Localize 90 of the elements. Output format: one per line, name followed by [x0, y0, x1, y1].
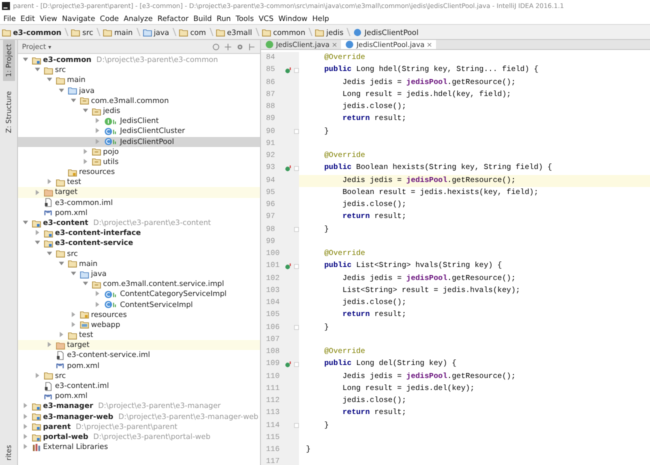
expand-arrow-icon[interactable]: [82, 158, 89, 165]
expand-arrow-icon[interactable]: [70, 320, 77, 328]
folder-icon: [56, 340, 65, 350]
expand-arrow-icon[interactable]: [46, 76, 53, 84]
expand-arrow-icon[interactable]: [34, 239, 41, 246]
expand-arrow-icon[interactable]: [34, 229, 41, 236]
interface-icon: [265, 40, 274, 49]
fold-marker-icon[interactable]: [294, 227, 298, 232]
expand-arrow-icon[interactable]: [94, 300, 101, 308]
expand-arrow-icon[interactable]: [82, 107, 89, 114]
package-icon: [92, 106, 101, 116]
folder-icon: [56, 178, 65, 187]
file-icon: [44, 382, 53, 391]
expand-arrow-icon[interactable]: [94, 117, 101, 124]
maven-file-icon: [44, 208, 53, 218]
implements-marker-icon[interactable]: [285, 360, 292, 368]
package-icon: [92, 280, 101, 289]
folder-icon: [315, 28, 324, 36]
expand-arrow-icon[interactable]: [46, 341, 53, 348]
file-icon: [44, 198, 53, 208]
package-icon: [80, 96, 89, 106]
module-folder-icon: [32, 56, 41, 65]
expand-arrow-icon[interactable]: [22, 433, 29, 440]
folder-icon: [142, 28, 152, 36]
folder-icon: [179, 28, 188, 36]
expand-arrow-icon[interactable]: [58, 260, 65, 267]
fold-marker-icon[interactable]: [294, 129, 298, 134]
expand-arrow-icon[interactable]: [94, 290, 101, 298]
expand-arrow-icon[interactable]: [46, 250, 53, 257]
class-icon: [104, 290, 118, 299]
implements-marker-icon[interactable]: [285, 164, 292, 172]
maven-file-icon: [56, 361, 65, 370]
folder-icon: [2, 28, 11, 36]
resources-folder-icon: [80, 310, 89, 320]
class-icon: [104, 137, 118, 146]
expand-arrow-icon[interactable]: [34, 66, 41, 74]
fold-marker-icon[interactable]: [294, 362, 298, 367]
expand-arrow-icon[interactable]: [22, 422, 29, 430]
expand-arrow-icon[interactable]: [22, 443, 29, 450]
expand-arrow-icon[interactable]: [34, 372, 41, 379]
sync-icon[interactable]: [212, 42, 220, 50]
fold-marker-icon[interactable]: [294, 68, 298, 73]
module-folder-icon: [32, 422, 41, 432]
expand-arrow-icon[interactable]: [22, 219, 29, 226]
settings-icon[interactable]: [236, 42, 244, 50]
expand-arrow-icon[interactable]: [70, 270, 77, 278]
expand-arrow-icon[interactable]: [82, 280, 89, 288]
library-icon: [32, 442, 41, 452]
source-folder-icon: [68, 86, 77, 96]
module-folder-icon: [32, 218, 41, 228]
implements-marker-icon[interactable]: [285, 66, 292, 74]
expand-arrow-icon[interactable]: [70, 96, 77, 104]
folder-icon: [262, 28, 272, 36]
fold-marker-icon[interactable]: [294, 264, 298, 269]
expand-arrow-icon[interactable]: [22, 402, 29, 410]
expand-arrow-icon[interactable]: [22, 412, 29, 420]
fold-marker-icon[interactable]: [294, 423, 298, 428]
implements-marker-icon[interactable]: [285, 262, 292, 270]
expand-arrow-icon[interactable]: [46, 178, 53, 186]
folder-icon: [44, 188, 53, 198]
web-folder-icon: [80, 320, 89, 330]
class-icon: [104, 300, 118, 310]
folder-icon: [103, 28, 112, 36]
expand-arrow-icon[interactable]: [22, 56, 29, 64]
maven-file-icon: [44, 392, 53, 401]
expand-arrow-icon[interactable]: [82, 148, 89, 155]
source-folder-icon: [80, 270, 89, 279]
file-icon: [56, 351, 65, 360]
interface-icon: [104, 116, 118, 126]
expand-arrow-icon[interactable]: [34, 188, 41, 196]
fold-marker-icon[interactable]: [294, 166, 298, 171]
expand-arrow-icon[interactable]: [58, 86, 65, 94]
expand-arrow-icon[interactable]: [58, 331, 65, 338]
expand-arrow-icon[interactable]: [94, 138, 101, 145]
package-icon: [92, 157, 101, 166]
folder-icon: [44, 371, 53, 380]
module-folder-icon: [32, 402, 41, 411]
module-folder-icon: [32, 412, 41, 422]
class-icon: [104, 126, 118, 136]
expand-arrow-icon[interactable]: [70, 310, 77, 318]
folder-icon: [71, 28, 80, 36]
resources-folder-icon: [68, 168, 77, 177]
module-folder-icon: [44, 228, 53, 238]
folder-icon: [216, 28, 225, 36]
module-folder-icon: [32, 432, 41, 442]
folder-icon: [68, 330, 77, 340]
package-icon: [92, 147, 101, 156]
fold-marker-icon[interactable]: [294, 325, 298, 330]
expand-arrow-icon[interactable]: [94, 127, 101, 134]
module-folder-icon: [44, 238, 53, 248]
